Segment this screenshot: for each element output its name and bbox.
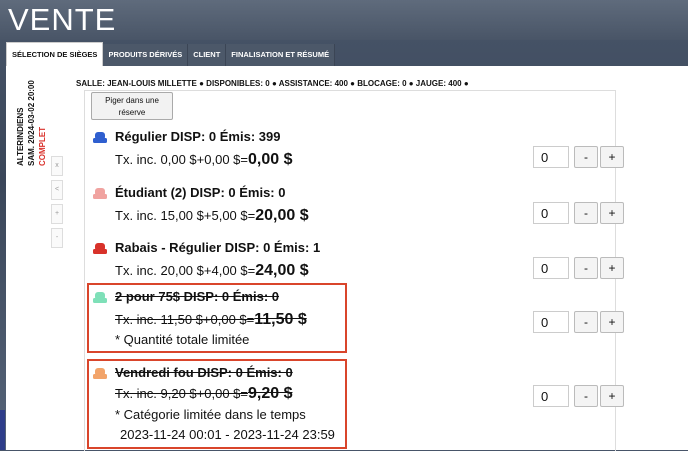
seat-icon: [93, 188, 107, 199]
category-name: Vendredi fou DISP: 0 Émis: 0: [115, 365, 293, 380]
category-note: * Catégorie limitée dans le temps: [115, 407, 306, 422]
event-date: SAM. 2024-03-02 20:00: [27, 80, 36, 166]
category-price: Tx. inc. 9,20 $+0,00 $=9,20 $: [115, 385, 293, 402]
category-etudiant: Étudiant (2) DISP: 0 Émis: 0 Tx. inc. 15…: [89, 185, 624, 229]
quantity-input[interactable]: 0: [533, 146, 569, 168]
category-rabais: Rabais - Régulier DISP: 0 Émis: 1 Tx. in…: [89, 240, 624, 284]
chevron-left-icon[interactable]: <: [51, 180, 63, 200]
zoom-in-icon[interactable]: +: [51, 204, 63, 224]
category-price: Tx. inc. 15,00 $+5,00 $=20,00 $: [115, 207, 309, 224]
tab-selection-sieges[interactable]: SÉLECTION DE SIÈGES: [6, 42, 104, 67]
seat-icon: [93, 243, 107, 254]
decrement-button[interactable]: -: [574, 257, 598, 279]
app-title: VENTE: [8, 2, 117, 37]
seat-icon: [93, 368, 107, 379]
seat-icon: [93, 292, 107, 303]
increment-button[interactable]: +: [600, 385, 624, 407]
increment-button[interactable]: +: [600, 202, 624, 224]
categories-list: Piger dans une réserve Régulier DISP: 0 …: [84, 90, 624, 451]
category-note: * Quantité totale limitée: [115, 332, 250, 347]
category-price: Tx. inc. 0,00 $+0,00 $=0,00 $: [115, 151, 293, 168]
event-sidebar: ALTERINDIENS SAM. 2024-03-02 20:00 COMPL…: [6, 66, 64, 450]
category-name: 2 pour 75$ DISP: 0 Émis: 0: [115, 289, 280, 304]
sidebar-controls: x < + -: [51, 156, 63, 252]
event-status: COMPLET: [38, 126, 47, 166]
seat-icon: [93, 132, 107, 143]
quantity-input[interactable]: 0: [533, 202, 569, 224]
category-name: Étudiant (2) DISP: 0 Émis: 0: [115, 185, 286, 200]
app-header: VENTE: [0, 0, 688, 40]
tab-client[interactable]: CLIENT: [188, 44, 227, 66]
increment-button[interactable]: +: [600, 257, 624, 279]
event-name: ALTERINDIENS: [16, 107, 25, 166]
zoom-out-icon[interactable]: -: [51, 228, 63, 248]
tab-produits-derives[interactable]: PRODUITS DÉRIVÉS: [103, 44, 189, 66]
decrement-button[interactable]: -: [574, 311, 598, 333]
decrement-button[interactable]: -: [574, 146, 598, 168]
quantity-input[interactable]: 0: [533, 311, 569, 333]
piger-reserve-button[interactable]: Piger dans une réserve: [91, 92, 173, 120]
salle-info: SALLE: JEAN-LOUIS MILLETTE ● DISPONIBLES…: [76, 79, 469, 88]
category-date-range: 2023-11-24 00:01 - 2023-11-24 23:59: [120, 427, 335, 442]
increment-button[interactable]: +: [600, 311, 624, 333]
decrement-button[interactable]: -: [574, 202, 598, 224]
category-vendredi-fou: Vendredi fou DISP: 0 Émis: 0 Tx. inc. 9,…: [87, 359, 347, 449]
category-name: Régulier DISP: 0 Émis: 399: [115, 129, 281, 144]
decrement-button[interactable]: -: [574, 385, 598, 407]
quantity-input[interactable]: 0: [533, 385, 569, 407]
category-name: Rabais - Régulier DISP: 0 Émis: 1: [115, 240, 321, 255]
category-price: Tx. inc. 20,00 $+4,00 $=24,00 $: [115, 262, 309, 279]
category-2-pour-75: 2 pour 75$ DISP: 0 Émis: 0 Tx. inc. 11,5…: [87, 283, 347, 353]
increment-button[interactable]: +: [600, 146, 624, 168]
quantity-input[interactable]: 0: [533, 257, 569, 279]
close-icon[interactable]: x: [51, 156, 63, 176]
tab-finalisation[interactable]: FINALISATION ET RÉSUMÉ: [226, 44, 336, 66]
category-regulier: Régulier DISP: 0 Émis: 399 Tx. inc. 0,00…: [89, 129, 624, 173]
left-edge-decoration: [0, 410, 5, 450]
tab-bar: SÉLECTION DE SIÈGES PRODUITS DÉRIVÉS CLI…: [6, 42, 336, 67]
main-panel: ALTERINDIENS SAM. 2024-03-02 20:00 COMPL…: [6, 66, 688, 451]
category-price: Tx. inc. 11,50 $+0,00 $=11,50 $: [115, 311, 307, 328]
